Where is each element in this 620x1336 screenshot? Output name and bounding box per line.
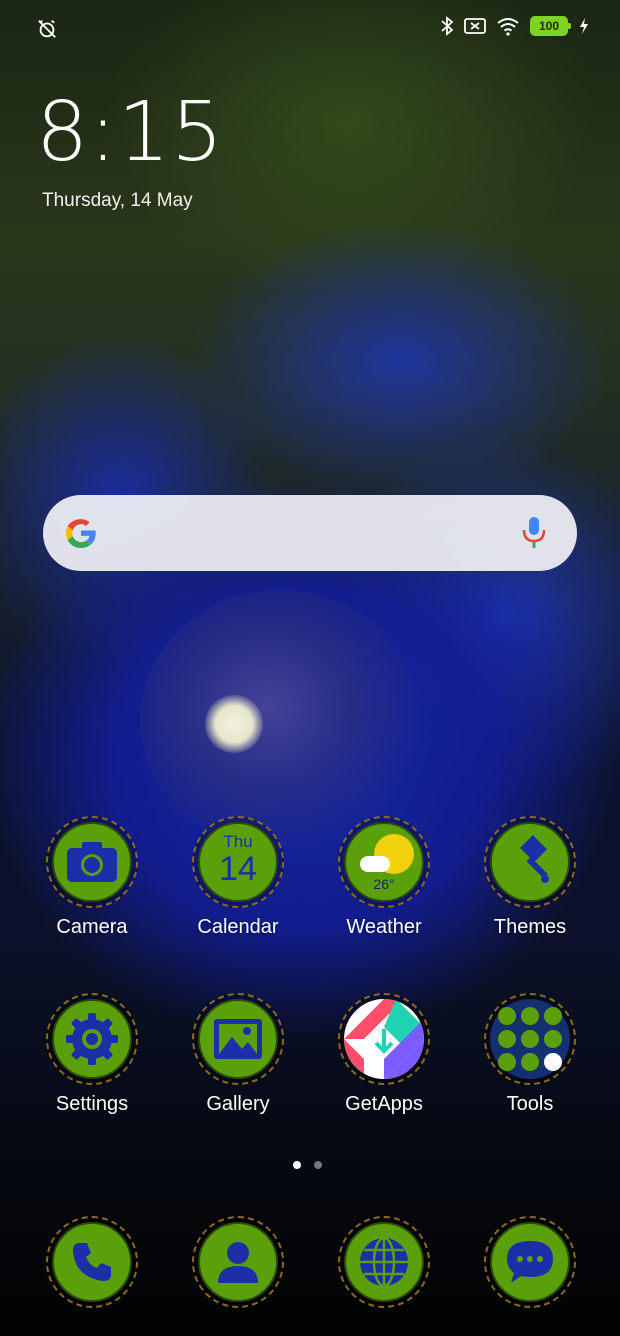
app-gallery[interactable]: Gallery (168, 993, 308, 1116)
app-calendar[interactable]: Thu 14 Calendar (168, 816, 308, 939)
weather-temperature: 26° (373, 876, 395, 892)
app-label: GetApps (345, 1093, 423, 1115)
app-weather[interactable]: 26° Weather (314, 816, 454, 939)
camera-icon (52, 822, 132, 902)
dock-browser[interactable] (314, 1216, 454, 1308)
chat-bubble-icon (490, 1222, 570, 1302)
mini-app-icon (544, 1030, 562, 1048)
clock-date[interactable]: Thursday, 14 May (42, 190, 193, 212)
alarm-off-icon (38, 19, 56, 38)
icon-frame (484, 816, 576, 908)
icon-frame (338, 1216, 430, 1308)
app-camera[interactable]: Camera (22, 816, 162, 939)
battery-level: 100 (538, 19, 560, 33)
page-indicator[interactable] (293, 1161, 322, 1169)
mini-app-icon (544, 1053, 562, 1071)
icon-frame (46, 1216, 138, 1308)
mini-app-icon (521, 1030, 539, 1048)
app-getapps[interactable]: GetApps (314, 993, 454, 1116)
icon-frame (192, 1216, 284, 1308)
app-tools[interactable]: Tools (460, 993, 600, 1116)
charging-icon (580, 18, 588, 34)
battery-icon: 100 (530, 16, 571, 36)
icon-frame (46, 816, 138, 908)
paintbrush-icon (490, 822, 570, 902)
icon-frame (192, 993, 284, 1085)
folder-icon (490, 999, 570, 1079)
getapps-icon (344, 999, 424, 1079)
app-label: Tools (506, 1093, 554, 1115)
mic-icon[interactable] (521, 515, 547, 551)
mini-app-icon (498, 1007, 516, 1025)
bluetooth-icon (441, 16, 454, 36)
image-icon (198, 999, 278, 1079)
icon-frame (484, 993, 576, 1085)
status-bar: 100 (0, 0, 620, 58)
app-label: Weather (346, 916, 422, 938)
phone-icon (52, 1222, 132, 1302)
icon-frame: Thu 14 (192, 816, 284, 908)
no-sim-icon (464, 18, 486, 34)
cloud-icon (360, 856, 390, 872)
google-search-bar[interactable] (43, 495, 577, 571)
calendar-icon: Thu 14 (198, 822, 278, 902)
mini-app-icon (521, 1053, 539, 1071)
page-dot-2[interactable] (314, 1161, 322, 1169)
clock-time[interactable]: 8:15 (36, 92, 224, 174)
icon-frame: 26° (338, 816, 430, 908)
calendar-day: Thu (223, 832, 253, 851)
weather-icon: 26° (344, 822, 424, 902)
dock-contacts[interactable] (168, 1216, 308, 1308)
person-icon (198, 1222, 278, 1302)
app-label: Camera (56, 916, 128, 938)
icon-frame (338, 993, 430, 1085)
mini-app-icon (544, 1007, 562, 1025)
app-label: Calendar (197, 916, 279, 938)
mini-app-icon (521, 1007, 539, 1025)
icon-frame (484, 1216, 576, 1308)
wifi-icon (497, 18, 519, 36)
gear-icon (52, 999, 132, 1079)
calendar-date: 14 (219, 850, 257, 888)
mini-app-icon (498, 1053, 516, 1071)
mini-app-icon (498, 1030, 516, 1048)
app-label: Settings (55, 1093, 129, 1115)
page-dot-1[interactable] (293, 1161, 301, 1169)
globe-icon (344, 1222, 424, 1302)
google-g-icon (66, 519, 96, 548)
app-label: Gallery (206, 1093, 270, 1115)
app-label: Themes (493, 916, 567, 938)
app-themes[interactable]: Themes (460, 816, 600, 939)
dock-messages[interactable] (460, 1216, 600, 1308)
icon-frame (46, 993, 138, 1085)
app-settings[interactable]: Settings (22, 993, 162, 1116)
dock-phone[interactable] (22, 1216, 162, 1308)
